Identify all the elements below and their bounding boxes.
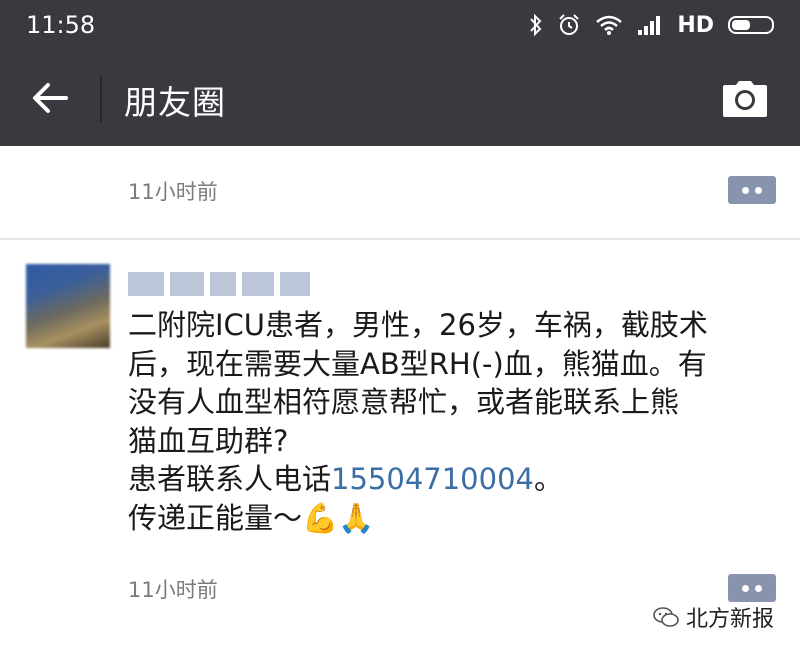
dot-icon bbox=[742, 584, 749, 592]
post-text-line: 猫血互助群? bbox=[128, 423, 289, 458]
post-text-line: 没有人血型相符愿意帮忙，或者能联系上熊 bbox=[128, 385, 680, 419]
previous-post-time: 11小时前 bbox=[128, 180, 218, 204]
dot-icon bbox=[755, 186, 762, 194]
nav-divider bbox=[100, 76, 102, 122]
moments-feed: 11小时前 二附院ICU患者，男性，26岁，车祸，截肢术 后，现在需要大量AB型… bbox=[0, 146, 800, 646]
watermark-text: 北方新报 bbox=[685, 607, 774, 632]
post-text-line: 二附院ICU患者，男性，26岁，车祸，截肢术 bbox=[128, 308, 708, 342]
dot-icon bbox=[742, 186, 749, 194]
navigation-bar: 朋友圈 bbox=[0, 50, 800, 146]
contact-suffix: 。 bbox=[533, 462, 563, 496]
camera-icon bbox=[723, 81, 767, 117]
blurred-name-block bbox=[210, 272, 236, 296]
blurred-name-block bbox=[170, 272, 204, 296]
blurred-name-block bbox=[280, 272, 310, 296]
post-time: 11小时前 bbox=[128, 578, 218, 602]
watermark: 北方新报 bbox=[651, 602, 774, 632]
camera-button[interactable] bbox=[720, 74, 770, 124]
bluetooth-icon bbox=[530, 13, 542, 37]
dot-icon bbox=[755, 584, 762, 592]
status-bar: 11:58 HD bbox=[0, 0, 800, 50]
alarm-icon bbox=[559, 14, 580, 35]
status-time: 11:58 bbox=[26, 11, 96, 39]
post-text-line: 后，现在需要大量AB型RH(-)血，熊猫血。有 bbox=[128, 346, 707, 381]
network-type-label: HD bbox=[677, 12, 714, 38]
previous-post-comment-button[interactable] bbox=[728, 176, 776, 204]
username-blurred[interactable] bbox=[128, 272, 310, 300]
page-title: 朋友圈 bbox=[124, 83, 226, 122]
phone-number-link[interactable]: 15504710004 bbox=[331, 462, 534, 496]
signal-icon bbox=[638, 16, 661, 35]
post-closing: 传递正能量～💪🙏 bbox=[128, 500, 375, 535]
battery-icon bbox=[728, 16, 774, 34]
avatar[interactable] bbox=[26, 264, 110, 348]
blurred-name-block bbox=[242, 272, 274, 296]
wechat-logo-icon bbox=[653, 607, 679, 627]
post-divider bbox=[0, 238, 800, 240]
post-comment-button[interactable] bbox=[728, 574, 776, 602]
contact-prefix: 患者联系人电话 bbox=[128, 462, 332, 496]
wifi-icon bbox=[596, 15, 623, 35]
blurred-name-block bbox=[128, 272, 164, 296]
back-arrow-icon bbox=[33, 83, 68, 113]
status-icons: HD bbox=[529, 8, 774, 42]
post-content: 二附院ICU患者，男性，26岁，车祸，截肢术 后，现在需要大量AB型RH(-)血… bbox=[128, 306, 778, 537]
back-button[interactable] bbox=[20, 72, 80, 124]
